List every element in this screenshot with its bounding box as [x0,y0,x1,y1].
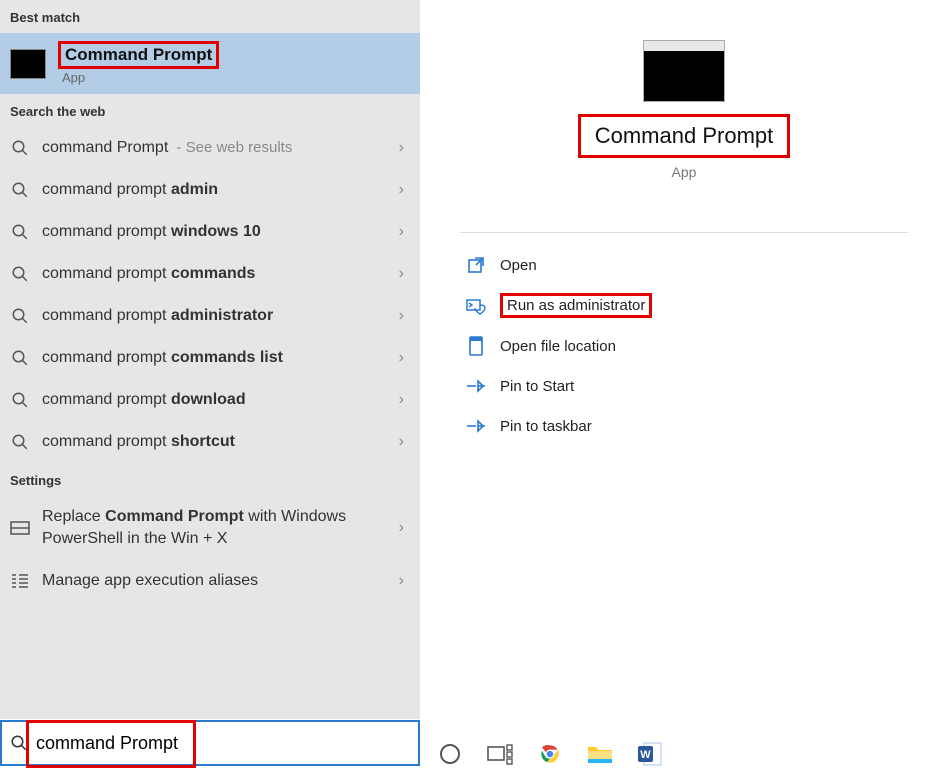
chrome-icon[interactable] [536,740,564,768]
web-result[interactable]: command Prompt - See web results› [0,127,420,169]
preview-subtitle: App [420,164,948,180]
chevron-right-icon: › [399,265,410,283]
action-label: Open file location [500,338,616,355]
preview-title: Command Prompt [578,114,791,158]
action-label: Pin to taskbar [500,418,592,435]
best-match-result[interactable]: Command Prompt App [0,33,420,94]
web-result-label: command prompt commands list [42,347,399,369]
action-open-location[interactable]: Open file location [460,326,908,366]
run-admin-icon [464,294,488,318]
divider [460,232,908,233]
task-view-icon[interactable] [486,740,514,768]
cortana-icon[interactable] [436,740,464,768]
web-results-list: command Prompt - See web results›command… [0,127,420,463]
chevron-right-icon: › [399,181,410,199]
action-label: Pin to Start [500,378,574,395]
web-result[interactable]: command prompt windows 10› [0,211,420,253]
web-result-label: command prompt admin [42,179,399,201]
chevron-right-icon: › [399,572,410,590]
search-icon [10,348,30,368]
web-result[interactable]: command prompt administrator› [0,295,420,337]
settings-result-label: Manage app execution aliases [42,570,399,592]
action-pin-taskbar[interactable]: Pin to taskbar [460,406,908,446]
action-run-admin[interactable]: Run as administrator [460,285,908,326]
pin-taskbar-icon [464,414,488,438]
chevron-right-icon: › [399,391,410,409]
search-bar[interactable] [0,720,420,766]
best-match-text: Command Prompt App [58,41,219,86]
settings-result[interactable]: Replace Command Prompt with Windows Powe… [0,496,420,560]
search-icon [10,222,30,242]
preview-app-icon [643,40,725,102]
web-result-label: command prompt windows 10 [42,221,399,243]
pin-start-icon [464,374,488,398]
settings-result-label: Replace Command Prompt with Windows Powe… [42,506,399,550]
search-icon [10,306,30,326]
word-icon[interactable]: W [636,740,664,768]
best-match-header: Best match [0,0,420,33]
web-result-label: command prompt commands [42,263,399,285]
settings-result[interactable]: Manage app execution aliases› [0,560,420,602]
search-icon [10,180,30,200]
web-result-label: command prompt download [42,389,399,411]
chevron-right-icon: › [399,519,410,537]
file-explorer-icon[interactable] [586,740,614,768]
chevron-right-icon: › [399,223,410,241]
svg-text:W: W [640,749,651,761]
web-result-label: command prompt administrator [42,305,399,327]
chevron-right-icon: › [399,307,410,325]
search-icon [10,390,30,410]
search-icon [10,264,30,284]
search-results-panel: Best match Command Prompt App Search the… [0,0,420,719]
web-result[interactable]: command prompt download› [0,379,420,421]
best-match-title: Command Prompt [58,41,219,69]
action-label: Run as administrator [500,293,652,318]
action-open[interactable]: Open [460,245,908,285]
chevron-right-icon: › [399,139,410,157]
web-result[interactable]: command prompt shortcut› [0,421,420,463]
chevron-right-icon: › [399,349,410,367]
web-result-label: command Prompt - See web results [42,137,399,159]
web-result-label: command prompt shortcut [42,431,399,453]
web-result[interactable]: command prompt commands› [0,253,420,295]
web-results-header: Search the web [0,94,420,127]
open-location-icon [464,334,488,358]
cmd-icon [10,49,46,79]
action-list: Open Run as administrator Open file locati… [420,245,948,446]
search-icon [10,432,30,452]
web-result[interactable]: command prompt commands list› [0,337,420,379]
best-match-subtitle: App [58,69,219,86]
settings-results-list: Replace Command Prompt with Windows Powe… [0,496,420,602]
open-icon [464,253,488,277]
settings-item-icon [10,518,30,538]
action-pin-start[interactable]: Pin to Start [460,366,908,406]
search-icon [10,138,30,158]
chevron-right-icon: › [399,433,410,451]
search-input[interactable] [36,722,418,764]
web-result[interactable]: command prompt admin› [0,169,420,211]
preview-panel: Command Prompt App Open Run as administra… [420,0,948,719]
settings-header: Settings [0,463,420,496]
search-icon [2,734,36,752]
settings-item-icon [10,571,30,591]
action-label: Open [500,257,537,274]
taskbar: W [420,731,948,777]
